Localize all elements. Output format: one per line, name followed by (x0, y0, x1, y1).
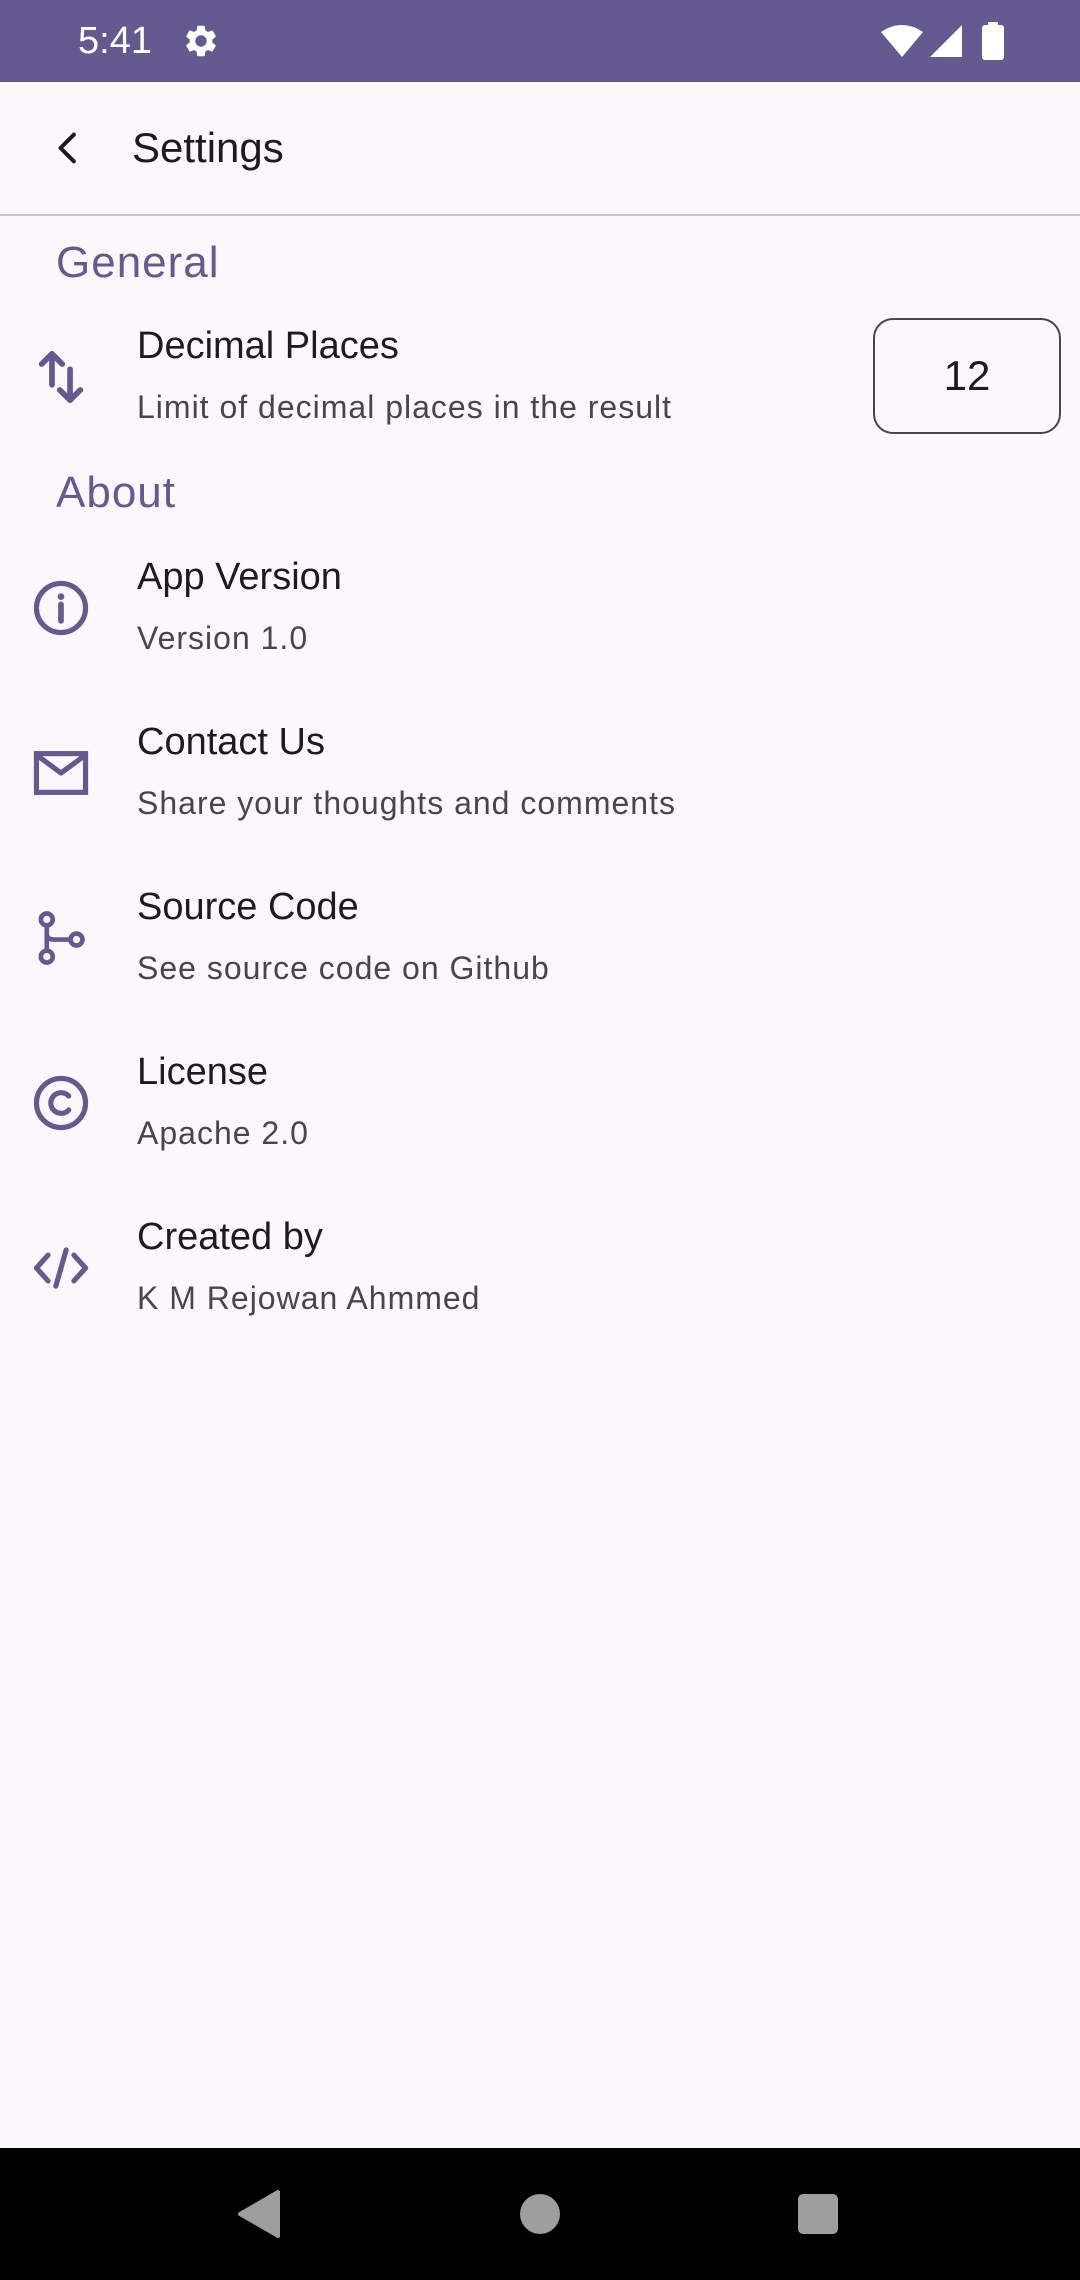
setting-subtitle: Limit of decimal places in the result (137, 389, 672, 425)
app-bar-divider (0, 214, 1080, 216)
status-bar: 5:41 (0, 0, 1080, 82)
setting-contact-us[interactable]: Contact Us Share your thoughts and comme… (0, 696, 1080, 852)
gear-icon (186, 25, 216, 57)
setting-title: Source Code (137, 886, 359, 928)
decimal-places-input[interactable] (873, 318, 1061, 434)
setting-title: App Version (137, 556, 342, 598)
mail-icon (33, 751, 89, 795)
setting-license[interactable]: License Apache 2.0 (0, 1026, 1080, 1182)
back-triangle-icon[interactable] (230, 2184, 290, 2244)
copyright-icon (33, 1075, 89, 1131)
setting-title: Contact Us (137, 721, 325, 763)
system-nav-bar (0, 2148, 1080, 2280)
page-title: Settings (132, 124, 284, 171)
battery-icon (982, 22, 1004, 60)
setting-subtitle: Apache 2.0 (137, 1115, 309, 1151)
setting-created-by[interactable]: Created by K M Rejowan Ahmmed (0, 1191, 1080, 1347)
swap-vertical-icon (38, 350, 84, 404)
section-header-about: About (56, 468, 176, 517)
setting-subtitle: See source code on Github (137, 950, 550, 986)
status-time: 5:41 (78, 20, 152, 62)
setting-app-version[interactable]: App Version Version 1.0 (0, 531, 1080, 687)
info-icon (33, 580, 89, 636)
top-app-bar: Settings (0, 82, 1080, 214)
setting-subtitle: Share your thoughts and comments (137, 785, 676, 821)
setting-subtitle: Version 1.0 (137, 620, 309, 656)
setting-title: Created by (137, 1216, 323, 1258)
section-header-general: General (56, 238, 220, 287)
code-icon (33, 1247, 89, 1289)
setting-title: Decimal Places (137, 325, 399, 367)
git-branch-icon (38, 911, 85, 965)
chevron-left-icon (58, 132, 76, 164)
setting-source-code[interactable]: Source Code See source code on Github (0, 861, 1080, 1017)
cell-signal-icon (930, 25, 962, 57)
home-circle-icon[interactable] (510, 2184, 570, 2244)
setting-subtitle: K M Rejowan Ahmmed (137, 1280, 481, 1316)
recents-square-icon[interactable] (788, 2184, 848, 2244)
setting-title: License (137, 1051, 268, 1093)
wifi-icon (881, 25, 923, 57)
back-button[interactable] (30, 110, 106, 186)
